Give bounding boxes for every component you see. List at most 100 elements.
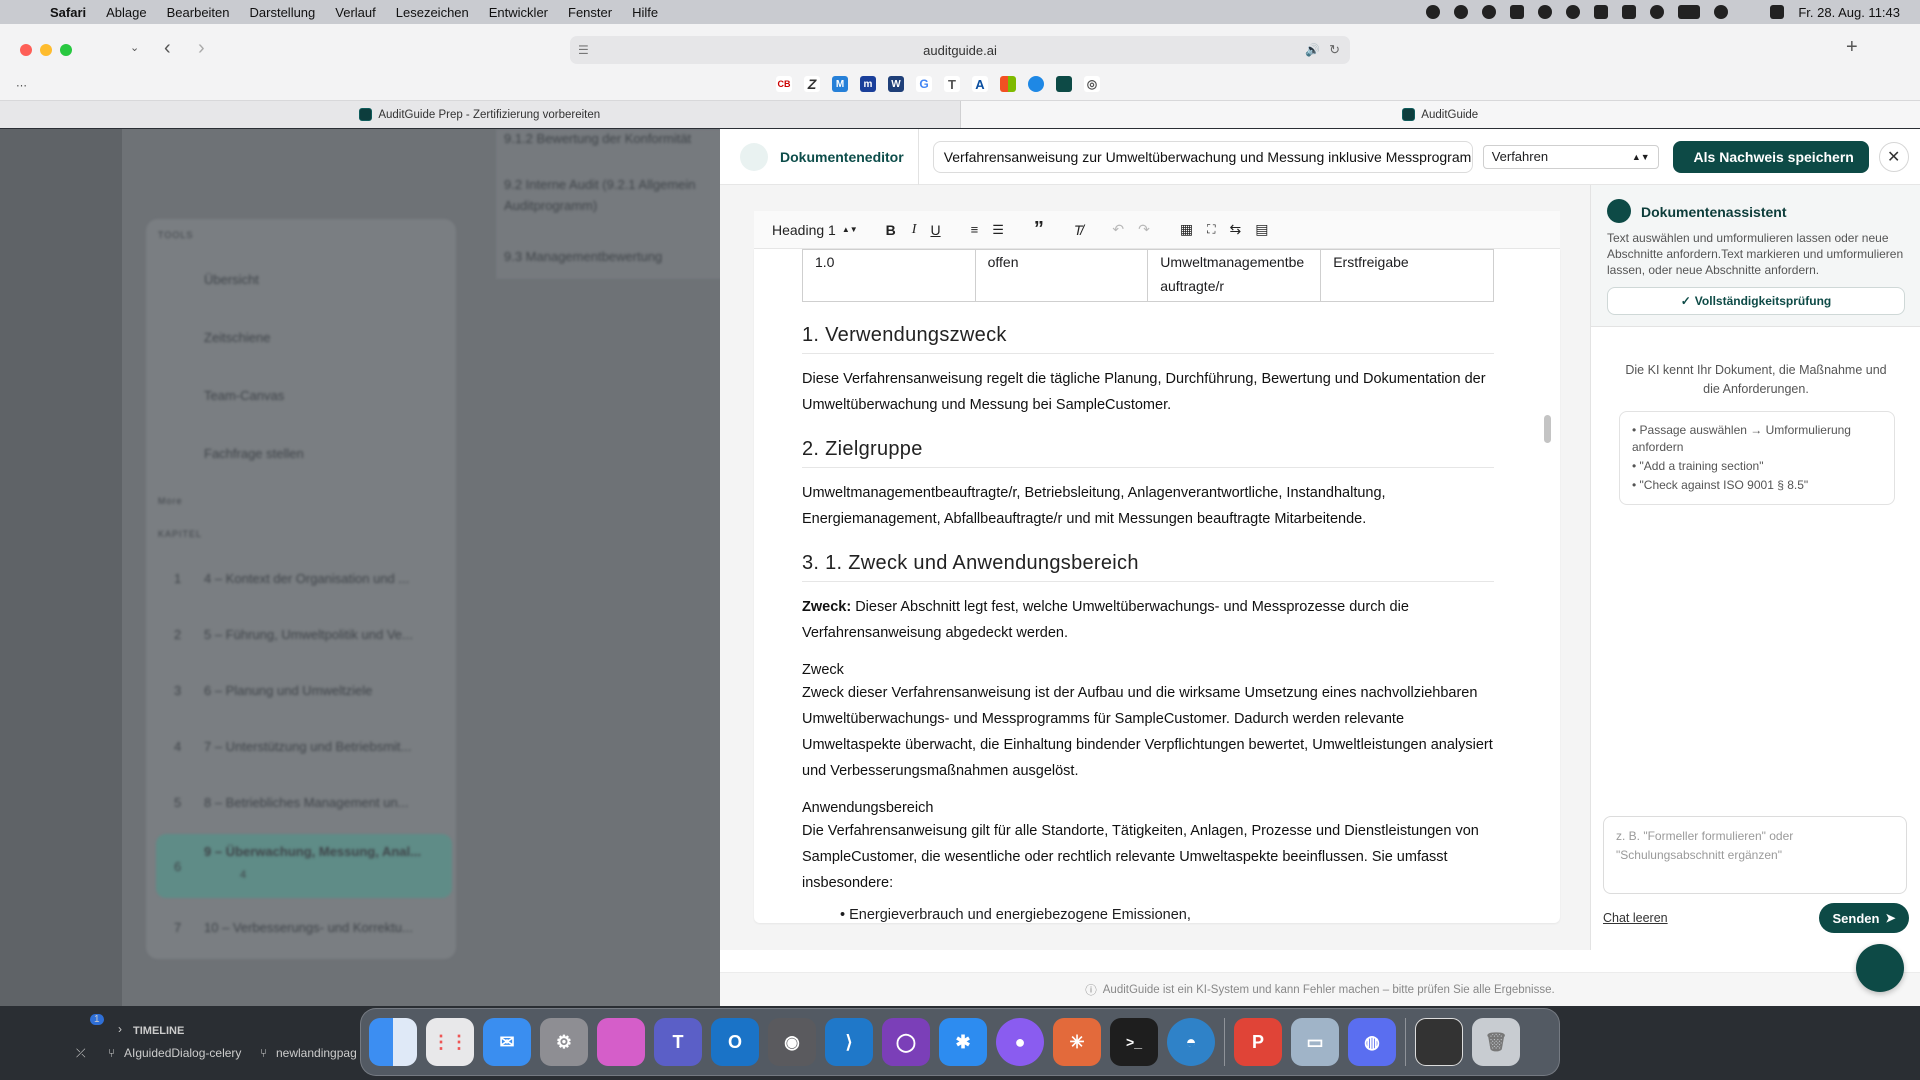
launchpad-icon[interactable]: ⋮⋮ — [426, 1018, 474, 1066]
downloads-stack-icon[interactable] — [1415, 1018, 1463, 1066]
pdf-app-icon[interactable]: P — [1234, 1018, 1282, 1066]
bullet-list-icon[interactable]: ☰ — [992, 222, 1004, 238]
bold-icon[interactable]: B — [886, 222, 896, 238]
claude-icon[interactable]: ✳ — [1053, 1018, 1101, 1066]
favorite-w-icon[interactable]: W — [888, 76, 904, 92]
trash-icon[interactable]: 🗑 — [1472, 1018, 1520, 1066]
favorite-m2-icon[interactable]: m — [860, 76, 876, 92]
editor-scrollbar[interactable] — [1544, 415, 1551, 443]
paragraph[interactable]: Die Verfahrensanweisung gilt für alle St… — [802, 818, 1494, 896]
menu-item-entwickler[interactable]: Entwickler — [479, 5, 558, 20]
table-cell[interactable]: offen — [974, 249, 1149, 302]
vscode-icon[interactable]: ⟩ — [825, 1018, 873, 1066]
branch-label[interactable]: newlandingpag — [276, 1046, 357, 1060]
status-icon-creative-cloud[interactable] — [1426, 5, 1441, 19]
chevron-right-icon[interactable]: › — [118, 1022, 122, 1036]
favorite-m-icon[interactable]: M — [832, 76, 848, 92]
status-icon-network[interactable] — [1622, 5, 1637, 19]
menu-item-verlauf[interactable]: Verlauf — [325, 5, 385, 20]
heading-select[interactable]: Heading 1 ▲▼ — [772, 222, 858, 238]
page-settings-icon[interactable]: ☰ — [578, 43, 589, 57]
paragraph[interactable]: Zweck: Dieser Abschnitt legt fest, welch… — [802, 594, 1494, 646]
status-icon-play[interactable] — [1650, 5, 1665, 19]
status-icon-perplexity[interactable] — [1454, 5, 1469, 19]
menu-item-ablage[interactable]: Ablage — [96, 5, 156, 20]
menu-item-fenster[interactable]: Fenster — [558, 5, 622, 20]
completeness-check-button[interactable]: ✓ Vollständigkeitsprüfung — [1607, 287, 1905, 315]
favorite-auditguide-icon[interactable] — [1056, 76, 1072, 92]
favorite-cb-icon[interactable]: CB — [776, 76, 792, 92]
status-icon-chatgpt[interactable] — [1482, 5, 1497, 19]
subheading[interactable]: Zweck — [802, 660, 1494, 680]
teams-icon[interactable]: T — [654, 1018, 702, 1066]
system-settings-icon[interactable]: ⚙ — [540, 1018, 588, 1066]
forward-icon[interactable]: › — [198, 37, 205, 60]
paragraph[interactable]: Umweltmanagementbeauftragte/r, Betriebsl… — [802, 480, 1494, 532]
tab-auditguide[interactable]: AuditGuide — [960, 101, 1920, 128]
menu-item-hilfe[interactable]: Hilfe — [622, 5, 668, 20]
menu-item-lesezeichen[interactable]: Lesezeichen — [386, 5, 479, 20]
table-cell[interactable]: Erstfreigabe — [1320, 249, 1494, 302]
send-button[interactable]: Senden ➤ — [1819, 903, 1909, 933]
section-heading[interactable]: 1. Verwendungszweck — [802, 324, 1494, 354]
menu-item-darstellung[interactable]: Darstellung — [240, 5, 326, 20]
favorite-blue-icon[interactable] — [1028, 76, 1044, 92]
reload-icon[interactable]: ↻ — [1329, 42, 1340, 58]
section-heading[interactable]: 2. Zielgruppe — [802, 438, 1494, 468]
sourcetree-icon[interactable]: ◓ — [1167, 1018, 1215, 1066]
branch-label[interactable]: AIguidedDialog-celery — [124, 1046, 241, 1060]
paragraph[interactable]: Diese Verfahrensanweisung regelt die täg… — [802, 366, 1494, 418]
battery-icon[interactable] — [1678, 5, 1701, 19]
clear-chat-link[interactable]: Chat leeren — [1603, 911, 1668, 925]
finder-icon[interactable] — [369, 1018, 417, 1066]
speaker-icon[interactable]: 🔊 — [1305, 43, 1320, 57]
hierarchy-icon[interactable]: ⛶ — [1207, 222, 1215, 237]
favorite-z-icon[interactable]: Z — [804, 76, 820, 92]
menu-app-name[interactable]: Safari — [40, 5, 96, 20]
list-item[interactable]: • Energieverbrauch und energiebezogene E… — [802, 902, 1494, 923]
back-icon[interactable]: ‹ — [164, 37, 171, 60]
messenger-icon[interactable]: ◍ — [1348, 1018, 1396, 1066]
favorite-google-icon[interactable]: G — [916, 76, 932, 92]
timeline-label[interactable]: TIMELINE — [133, 1025, 184, 1037]
new-tab-icon[interactable]: + — [1846, 36, 1858, 59]
table-icon[interactable]: ▦ — [1180, 221, 1193, 238]
quote-icon[interactable]: ” — [1034, 218, 1044, 241]
clear-format-icon[interactable]: T̸ — [1074, 222, 1083, 238]
zoom-window-button[interactable] — [60, 44, 72, 56]
section-heading[interactable]: 3. 1. Zweck und Anwendungsbereich — [802, 552, 1494, 582]
close-editor-button[interactable]: ✕ — [1878, 141, 1909, 172]
screen-app-icon[interactable] — [597, 1018, 645, 1066]
redo-icon[interactable]: ↷ — [1138, 221, 1150, 238]
table-cell[interactable]: 1.0 — [802, 249, 976, 302]
arc-icon[interactable]: ● — [996, 1018, 1044, 1066]
time-machine-icon[interactable] — [1714, 5, 1729, 19]
close-window-button[interactable] — [20, 44, 32, 56]
preview-icon[interactable]: ▭ — [1291, 1018, 1339, 1066]
subheading[interactable]: Anwendungsbereich — [802, 798, 1494, 818]
favorite-microsoft-icon[interactable] — [1000, 76, 1016, 92]
control-center-icon[interactable] — [1770, 5, 1785, 19]
favorite-globe-icon[interactable]: ◎ — [1084, 76, 1100, 92]
favorite-t-icon[interactable]: T — [944, 76, 960, 92]
chart-icon[interactable]: ▤ — [1255, 221, 1268, 238]
safari-icon[interactable]: ✱ — [939, 1018, 987, 1066]
ordered-list-icon[interactable]: ≡ — [971, 222, 979, 237]
chat-fab-button[interactable] — [1856, 944, 1904, 992]
status-icon-circle[interactable] — [1538, 5, 1553, 19]
underline-icon[interactable]: U — [930, 222, 940, 238]
undo-icon[interactable]: ↶ — [1112, 221, 1124, 238]
remote-icon[interactable]: ⤫ — [76, 1046, 86, 1061]
outlook-icon[interactable]: O — [711, 1018, 759, 1066]
screenshot-icon[interactable]: ◉ — [768, 1018, 816, 1066]
paragraph[interactable]: Zweck dieser Verfahrensanweisung ist der… — [802, 680, 1494, 784]
menu-item-bearbeiten[interactable]: Bearbeiten — [157, 5, 240, 20]
swap-icon[interactable]: ⇆ — [1230, 221, 1242, 238]
github-desktop-icon[interactable]: ◯ — [882, 1018, 930, 1066]
terminal-icon[interactable]: >_ — [1110, 1018, 1158, 1066]
save-as-evidence-button[interactable]: Als Nachweis speichern — [1672, 140, 1869, 173]
status-icon-grid[interactable] — [1594, 5, 1609, 19]
mail-icon[interactable]: ✉ — [483, 1018, 531, 1066]
document-page[interactable]: 1.0 offen Umweltmanagementbe auftragte/r… — [754, 249, 1560, 923]
chat-input[interactable]: z. B. "Formeller formulieren" oder "Schu… — [1603, 816, 1907, 894]
